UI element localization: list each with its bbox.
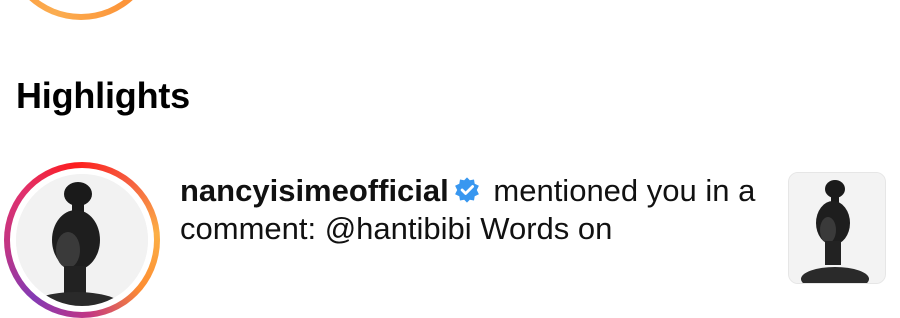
notification-text[interactable]: nancyisimeofficial mentioned you in a co…	[180, 172, 770, 248]
verified-badge-icon	[454, 177, 479, 203]
avatar-gap	[10, 168, 154, 312]
post-thumbnail-image-icon	[789, 173, 885, 283]
section-title: Highlights	[16, 75, 190, 116]
post-thumbnail[interactable]	[788, 172, 886, 284]
avatar-portrait-icon	[16, 174, 148, 306]
previous-story-ring[interactable]	[4, 0, 158, 20]
notification-username[interactable]: nancyisimeofficial	[180, 173, 449, 208]
story-ring[interactable]	[4, 162, 160, 318]
notification-item[interactable]: nancyisimeofficial mentioned you in a co…	[0, 160, 900, 318]
avatar[interactable]	[16, 174, 148, 306]
